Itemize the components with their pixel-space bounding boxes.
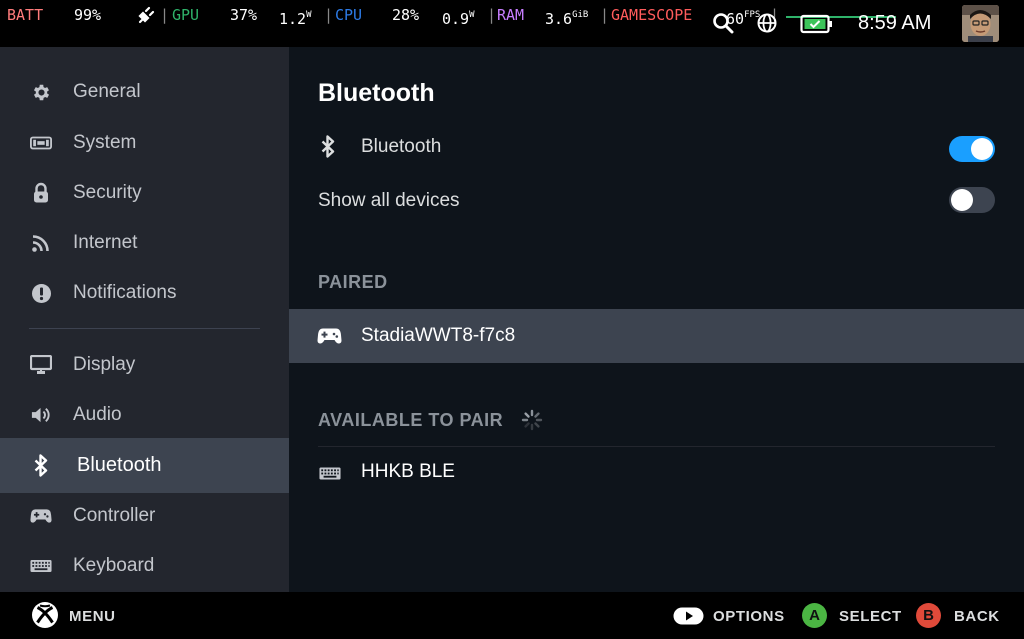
- overlay-cpu-load: 28%: [392, 6, 420, 24]
- sidebar-item-label: General: [73, 81, 141, 102]
- overlay-gpu-load: 37%: [230, 6, 258, 24]
- sidebar-item-internet[interactable]: Internet: [0, 218, 289, 268]
- page-title: Bluetooth: [318, 79, 435, 107]
- paired-device-name: StadiaWWT8-f7c8: [361, 325, 516, 346]
- lock-icon: [30, 182, 52, 204]
- sidebar-item-label: Display: [73, 354, 136, 375]
- avatar[interactable]: [962, 5, 999, 42]
- monitor-icon: [30, 354, 52, 376]
- gear-icon: [30, 81, 52, 103]
- options-button-icon[interactable]: [673, 607, 704, 629]
- bluetooth-icon: [320, 135, 336, 162]
- sidebar-item-notifications[interactable]: Notifications: [0, 268, 289, 318]
- show-all-devices-toggle[interactable]: [949, 187, 995, 213]
- alert-icon: [30, 282, 52, 304]
- loading-spinner-icon: [521, 409, 543, 435]
- sidebar-item-label: Notifications: [73, 282, 177, 303]
- sidebar: General System Security Internet Notific…: [0, 47, 289, 592]
- overlay-ram-value: 3.6GiB: [545, 10, 589, 28]
- b-button-icon[interactable]: B: [916, 603, 941, 628]
- sidebar-item-label: Bluetooth: [77, 454, 162, 476]
- sidebar-item-audio[interactable]: Audio: [0, 390, 289, 440]
- available-header: AVAILABLE TO PAIR: [318, 410, 504, 430]
- sidebar-item-display[interactable]: Display: [0, 340, 289, 390]
- overlay-gamescope-label: GAMESCOPE: [611, 6, 693, 24]
- keyboard-icon: [30, 555, 52, 577]
- overlay-separator: |: [600, 6, 610, 24]
- plug-icon: [136, 5, 156, 29]
- sidebar-item-label: Controller: [73, 505, 156, 526]
- globe-icon[interactable]: [756, 12, 778, 38]
- show-all-devices-label: Show all devices: [318, 190, 460, 211]
- toggle-knob: [971, 138, 993, 160]
- sidebar-item-label: Internet: [73, 232, 138, 253]
- wifi-icon: [30, 232, 52, 254]
- sidebar-item-label: Security: [73, 182, 142, 203]
- divider: [318, 446, 995, 447]
- sidebar-item-label: Audio: [73, 404, 122, 425]
- sidebar-item-controller[interactable]: Controller: [0, 491, 289, 541]
- search-icon[interactable]: [712, 12, 734, 38]
- xbox-logo-icon[interactable]: [31, 601, 59, 633]
- sidebar-item-label: Keyboard: [73, 555, 155, 576]
- overlay-cpu-power: 0.9W: [442, 10, 475, 28]
- paired-device-row[interactable]: StadiaWWT8-f7c8: [289, 309, 1024, 363]
- back-label: BACK: [954, 608, 1000, 625]
- bluetooth-icon: [30, 453, 52, 477]
- sidebar-item-general[interactable]: General: [0, 67, 289, 117]
- available-device-name: HHKB BLE: [361, 461, 455, 482]
- system-icon: [30, 132, 52, 154]
- bluetooth-toggle[interactable]: [949, 136, 995, 162]
- select-label: SELECT: [839, 608, 902, 625]
- sidebar-item-system[interactable]: System: [0, 118, 289, 168]
- gamepad-icon: [30, 505, 52, 527]
- paired-header: PAIRED: [318, 272, 388, 292]
- battery-icon: [800, 14, 834, 38]
- overlay-gpu-power: 1.2W: [279, 10, 312, 28]
- overlay-separator: |: [487, 6, 497, 24]
- overlay-batt-value: 99%: [74, 6, 102, 24]
- main-panel: Bluetooth Bluetooth Show all devices PAI…: [289, 47, 1024, 592]
- sidebar-item-keyboard[interactable]: Keyboard: [0, 541, 289, 591]
- available-device-row[interactable]: HHKB BLE: [289, 449, 1024, 497]
- sidebar-item-security[interactable]: Security: [0, 168, 289, 218]
- overlay-separator: |: [324, 6, 334, 24]
- overlay-separator: |: [160, 6, 170, 24]
- overlay-ram-label: RAM: [497, 6, 525, 24]
- keyboard-icon: [319, 465, 341, 484]
- footer-bar: MENU OPTIONS A SELECT B BACK: [0, 592, 1024, 639]
- gamepad-icon: [317, 327, 342, 349]
- sidebar-divider: [29, 328, 260, 329]
- toggle-knob: [951, 189, 973, 211]
- sidebar-item-label: System: [73, 132, 137, 153]
- sidebar-item-bluetooth[interactable]: Bluetooth: [0, 438, 289, 493]
- menu-label: MENU: [69, 608, 116, 625]
- options-label: OPTIONS: [713, 608, 785, 625]
- overlay-cpu-label: CPU: [335, 6, 363, 24]
- overlay-gpu-label: GPU: [172, 6, 200, 24]
- status-bar: BATT 99% | GPU 37% 1.2W | CPU 28% 0.9W |…: [0, 0, 1024, 47]
- speaker-icon: [30, 404, 52, 426]
- overlay-batt-label: BATT: [7, 6, 44, 24]
- clock: 8:59 AM: [858, 12, 932, 34]
- a-button-icon[interactable]: A: [802, 603, 827, 628]
- bluetooth-toggle-label: Bluetooth: [361, 136, 442, 157]
